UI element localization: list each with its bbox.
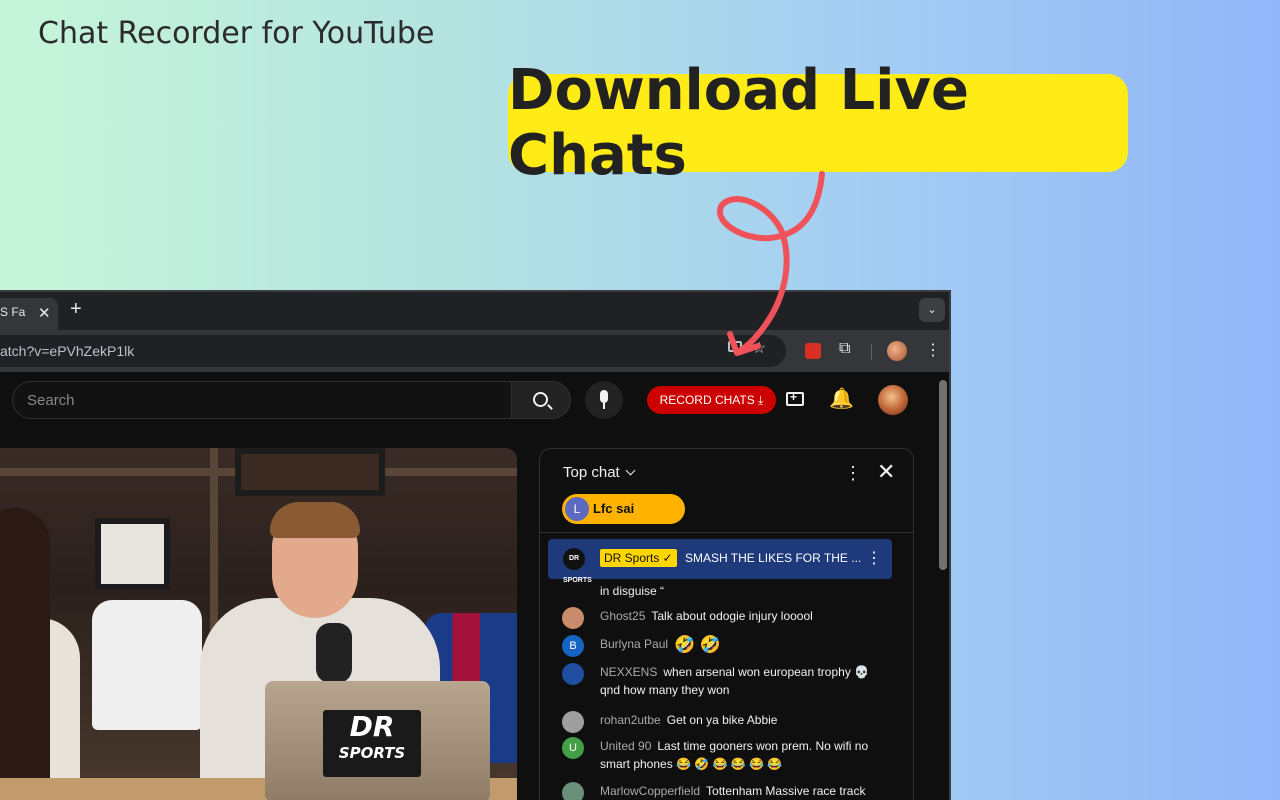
video-player[interactable]: DR SPORTS — [0, 448, 517, 800]
chat-header: Top chat ⋮ ✕ L Lfc sai — [540, 449, 913, 533]
browser-toolbar: atch?v=ePVhZekP1lk ☆ ⧉ ⋮ — [0, 330, 949, 372]
chat-message: U United 90 Last time gooners won prem. N… — [562, 737, 892, 773]
tab-title: S Fa — [0, 305, 26, 319]
chat-message: rohan2utbe Get on ya bike Abbie — [562, 711, 892, 733]
chat-message: NEXXENS when arsenal won european trophy … — [562, 663, 892, 699]
headline-badge: Download Live Chats — [508, 58, 1128, 188]
search-input[interactable]: Search — [12, 381, 512, 419]
user-avatar — [562, 711, 584, 733]
chat-close-icon[interactable]: ✕ — [877, 459, 895, 485]
chat-message: in disguise “ — [562, 582, 892, 600]
message-author: Burlyna Paul — [600, 637, 669, 651]
tab-search-icon[interactable]: ⌄ — [919, 298, 945, 322]
browser-menu-icon[interactable]: ⋮ — [925, 340, 941, 360]
chat-mode-dropdown[interactable]: Top chat — [563, 464, 636, 481]
logo-big-text: DR — [349, 710, 395, 743]
user-avatar: U — [562, 737, 584, 759]
extensions-puzzle-icon[interactable]: ⧉ — [839, 340, 850, 358]
pinned-message[interactable]: DR SPORTS DR Sports ✓ SMASH THE LIKES FO… — [548, 539, 892, 584]
extension-icon[interactable] — [805, 343, 821, 359]
pinned-author-badge: DR Sports ✓ — [600, 549, 677, 567]
pinned-text: SMASH THE LIKES FOR THE ... — [685, 551, 862, 565]
account-avatar[interactable] — [878, 385, 908, 415]
search-button[interactable] — [511, 381, 571, 419]
tab-close-icon[interactable]: ✕ — [38, 304, 51, 322]
message-author: rohan2utbe — [600, 713, 661, 727]
address-bar[interactable]: atch?v=ePVhZekP1lk ☆ — [0, 335, 786, 367]
chat-message: MarlowCopperfield Tottenham Massive race … — [562, 782, 892, 800]
browser-tab[interactable]: S Fa ✕ — [0, 298, 58, 330]
search-icon — [533, 392, 548, 407]
tab-bar: S Fa ✕ + ⌄ — [0, 292, 949, 330]
chat-options-icon[interactable]: ⋮ — [844, 463, 862, 484]
podcast-mic — [316, 623, 352, 683]
profile-avatar[interactable] — [887, 341, 907, 361]
logo-small-text: SPORTS — [338, 744, 406, 762]
microphone-icon — [600, 390, 608, 403]
message-author: Ghost25 — [600, 609, 646, 623]
donor-ticker[interactable]: L Lfc sai — [562, 494, 685, 524]
url-text: atch?v=ePVhZekP1lk — [0, 343, 135, 359]
new-tab-icon[interactable]: + — [70, 298, 82, 321]
message-text: Get on ya bike Abbie — [666, 713, 778, 727]
page-scrollbar[interactable] — [939, 380, 947, 570]
create-video-icon[interactable] — [786, 390, 804, 406]
chevron-down-icon — [625, 465, 636, 476]
message-author: United 90 — [600, 739, 652, 753]
message-text: in disguise “ — [600, 584, 665, 598]
dr-sports-logo: DR SPORTS — [323, 710, 421, 777]
bookmark-star-icon[interactable]: ☆ — [752, 338, 766, 358]
message-text: Tottenham Massive race track — [706, 784, 866, 798]
notifications-bell-icon[interactable]: 🔔 — [829, 386, 854, 411]
microphone-stand — [603, 403, 605, 409]
chat-message: B Burlyna Paul 🤣 🤣 — [562, 634, 892, 657]
user-avatar — [562, 607, 584, 629]
presenter-main-hair — [270, 502, 360, 538]
picture-frame — [235, 448, 385, 496]
england-shirt — [92, 600, 202, 730]
pinned-avatar: DR SPORTS — [563, 548, 592, 584]
user-avatar: B — [562, 635, 584, 657]
youtube-header: Search RECORD CHATS ⤓ 🔔 — [0, 372, 949, 428]
message-author: NEXXENS — [600, 665, 658, 679]
record-chats-button[interactable]: RECORD CHATS ⤓ — [647, 386, 776, 414]
chat-mode-label: Top chat — [563, 464, 620, 481]
chat-message: Ghost25 Talk about odogie injury looool — [562, 607, 892, 629]
cast-icon[interactable] — [728, 341, 742, 352]
user-avatar — [562, 663, 584, 685]
promo-title: Chat Recorder for YouTube — [38, 16, 435, 51]
user-avatar — [562, 782, 584, 800]
message-author: MarlowCopperfield — [600, 784, 701, 798]
donor-avatar: L — [565, 497, 589, 521]
live-chat-panel: Top chat ⋮ ✕ L Lfc sai DR SPORTS DR Spor… — [539, 448, 914, 800]
toolbar-divider — [871, 344, 872, 360]
picture-frame — [95, 518, 170, 590]
donor-name: Lfc sai — [593, 501, 635, 516]
pinned-menu-icon[interactable]: ⋮ — [866, 548, 882, 568]
message-text: 🤣 🤣 — [674, 634, 722, 654]
message-text: Talk about odogie injury looool — [651, 609, 813, 623]
voice-search-button[interactable] — [585, 381, 623, 419]
presenter-left-head — [0, 508, 50, 798]
browser-window: S Fa ✕ + ⌄ atch?v=ePVhZekP1lk ☆ ⧉ ⋮ Sear… — [0, 290, 951, 800]
